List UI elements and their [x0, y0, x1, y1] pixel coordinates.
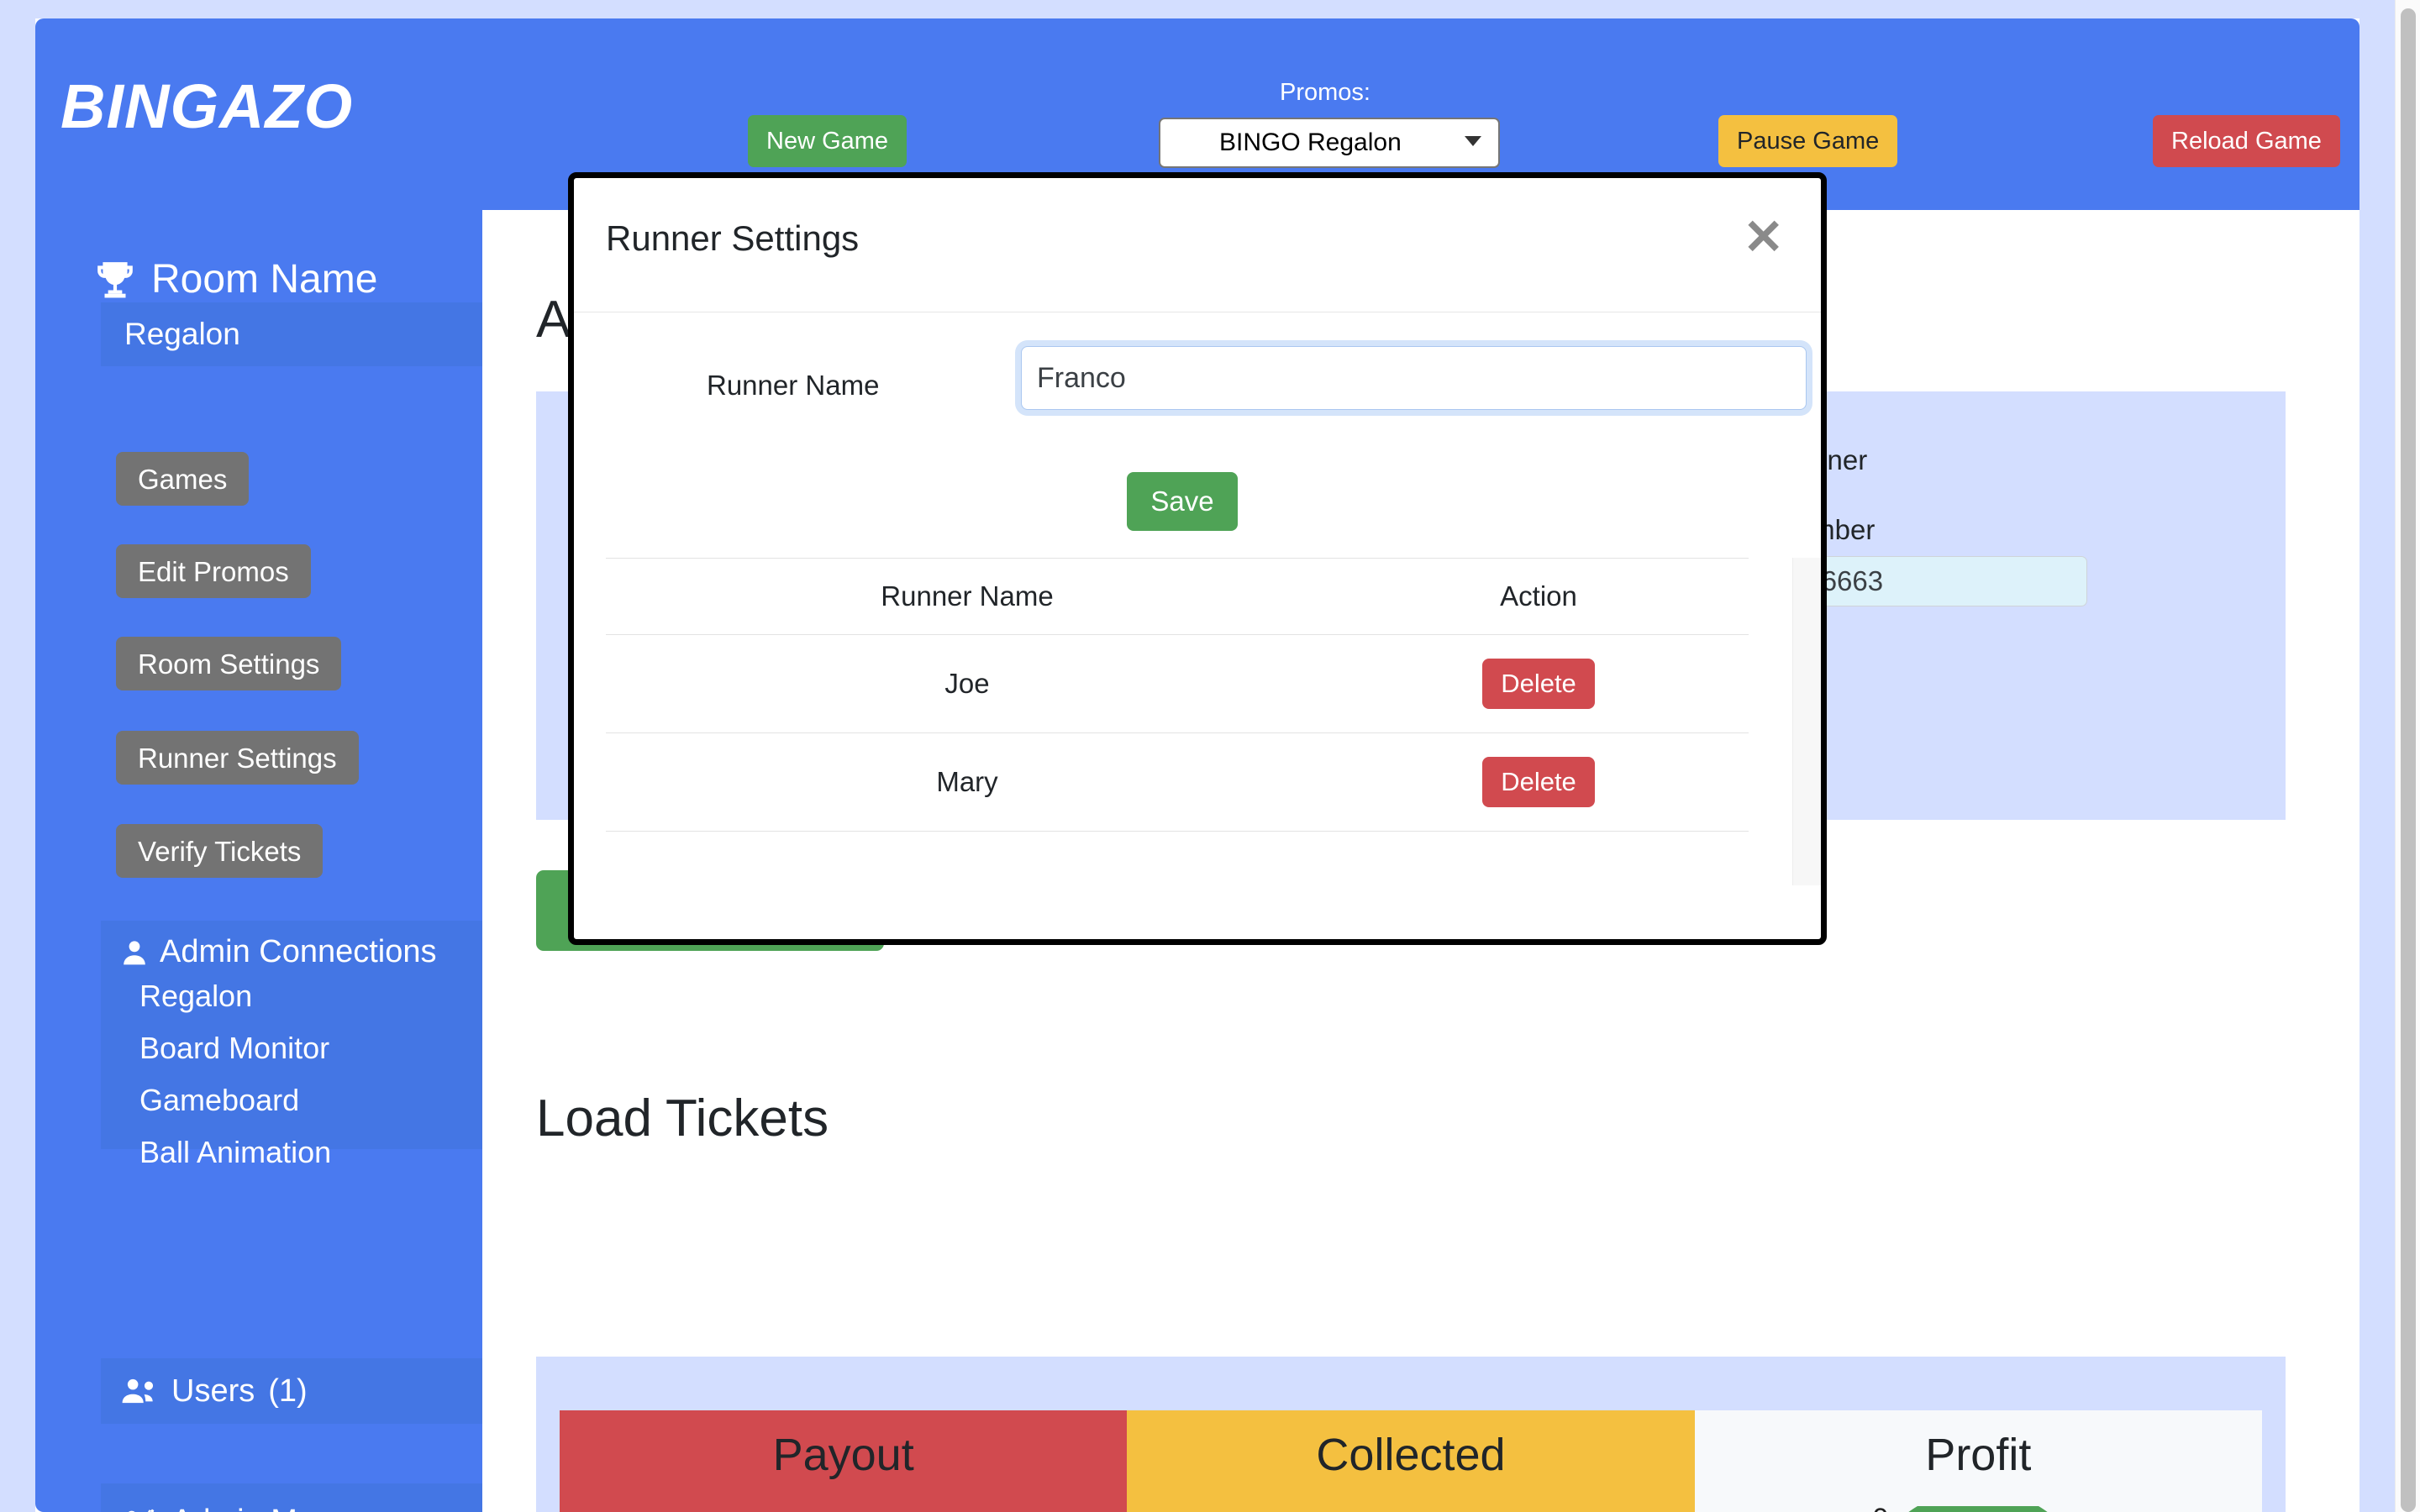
col-header-action: Action — [1328, 558, 1749, 635]
app-window: BINGAZO New Game Promos: BINGO Regalon P… — [0, 0, 2395, 1512]
table-scrollbar[interactable] — [1792, 558, 1821, 885]
delete-button[interactable]: Delete — [1482, 659, 1595, 709]
table-row: Mary Delete — [606, 732, 1749, 832]
save-button[interactable]: Save — [1127, 472, 1238, 531]
close-icon[interactable]: ✕ — [1743, 213, 1784, 262]
cell-runner-name: Joe — [606, 634, 1328, 733]
cell-action: Delete — [1328, 634, 1749, 733]
cell-action: Delete — [1328, 732, 1749, 832]
cell-runner-name: Mary — [606, 732, 1328, 832]
page-scrollbar[interactable] — [2395, 0, 2420, 1512]
runner-name-input[interactable] — [1021, 346, 1807, 410]
runner-name-label: Runner Name — [707, 370, 880, 401]
col-header-runner-name: Runner Name — [606, 558, 1328, 635]
modal-title: Runner Settings — [606, 218, 860, 258]
runner-settings-modal: Runner Settings ✕ Runner Name Save Runne… — [568, 172, 1827, 945]
modal-body: Runner Name Save Runner Name Action Joe — [574, 312, 1821, 939]
modal-header: Runner Settings ✕ — [574, 178, 1821, 312]
page-scrollbar-thumb[interactable] — [2401, 8, 2416, 1512]
delete-button[interactable]: Delete — [1482, 757, 1595, 807]
table-row: Joe Delete — [606, 634, 1749, 733]
table-header-row: Runner Name Action — [606, 558, 1749, 635]
runner-table-wrapper: Runner Name Action Joe Delete Mary Delet… — [606, 558, 1781, 885]
runner-table: Runner Name Action Joe Delete Mary Delet… — [606, 558, 1749, 832]
